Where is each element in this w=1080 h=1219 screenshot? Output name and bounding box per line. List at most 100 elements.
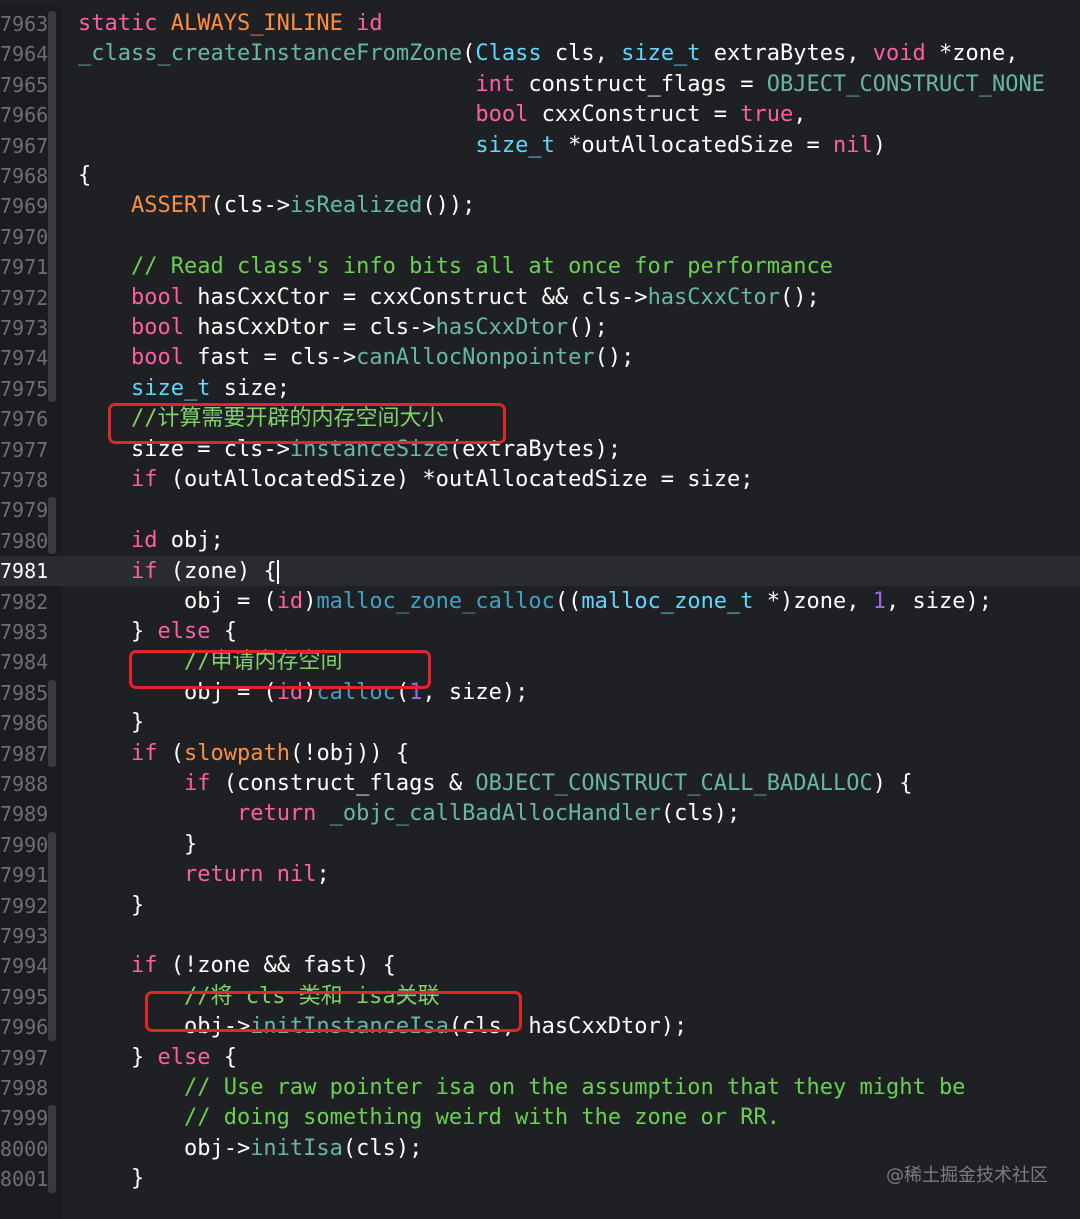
change-marker[interactable] [48, 831, 56, 1041]
code-line[interactable]: 7987 if (slowpath(!obj)) { [0, 739, 1080, 769]
code-token: (); [568, 315, 608, 340]
code-token: void [872, 41, 926, 67]
code-line[interactable]: 7979 [0, 495, 1080, 525]
code-line[interactable]: 7968 { [0, 161, 1080, 191]
code-line[interactable]: 7963 static ALWAYS_INLINE id [0, 9, 1080, 39]
code-token: initIsa [250, 1135, 343, 1161]
code-token: OBJECT_CONSTRUCT_NONE [766, 71, 1045, 97]
line-number: 7970 [0, 224, 49, 249]
code-line[interactable]: 7978 if (outAllocatedSize) *outAllocated… [0, 465, 1080, 495]
code-line[interactable]: 7972 bool hasCxxCtor = cxxConstruct && c… [0, 283, 1080, 313]
line-number: 7972 [0, 285, 49, 310]
code-line[interactable]: 7971 // Read class's info bits all at on… [0, 252, 1080, 282]
code-token: obj = ( [78, 588, 277, 614]
code-token: ASSERT [130, 193, 211, 219]
change-marker[interactable] [48, 1105, 56, 1193]
line-number: 7986 [0, 711, 49, 736]
code-text[interactable]: bool hasCxxCtor = cxxConstruct && cls->h… [78, 286, 820, 309]
code-token: Class [475, 41, 542, 67]
code-text[interactable]: int construct_flags = OBJECT_CONSTRUCT_N… [78, 71, 1045, 97]
code-text[interactable]: size_t *outAllocatedSize = nil) [78, 132, 886, 158]
code-text[interactable]: bool hasCxxDtor = cls->hasCxxDtor(); [78, 317, 608, 339]
code-text[interactable]: if (zone) { [78, 560, 279, 585]
code-line[interactable]: 7990 } [0, 830, 1080, 860]
code-token: slowpath [183, 740, 290, 766]
code-line[interactable]: 7966 bool cxxConstruct = true, [0, 100, 1080, 130]
code-line[interactable]: 7992 } [0, 891, 1080, 921]
code-line[interactable]: 7980 id obj; [0, 526, 1080, 556]
code-text[interactable]: size_t size; [78, 376, 290, 401]
code-token: _class_createInstanceFromZone [78, 41, 463, 67]
line-number: 7979 [0, 498, 49, 523]
code-line[interactable]: 7994 if (!zone && fast) { [0, 951, 1080, 981]
code-text[interactable]: _class_createInstanceFromZone(Class cls,… [78, 43, 1018, 65]
code-line[interactable]: 7975 size_t size; [0, 374, 1080, 404]
code-line[interactable]: 7981 if (zone) { [0, 556, 1080, 587]
code-text[interactable]: if (slowpath(!obj)) { [78, 740, 409, 766]
code-text[interactable]: if (construct_flags & OBJECT_CONSTRUCT_C… [78, 771, 913, 796]
code-text[interactable]: ASSERT(cls->isRealized()); [78, 195, 475, 217]
code-line[interactable]: 7998 // Use raw pointer isa on the assum… [0, 1073, 1080, 1103]
code-text[interactable]: bool cxxConstruct = true, [78, 104, 806, 126]
code-token: isRealized [289, 193, 423, 219]
code-text[interactable]: static ALWAYS_INLINE id [78, 13, 383, 35]
code-line[interactable]: 7991 return nil; [0, 860, 1080, 890]
code-text[interactable]: // doing something weird with the zone o… [78, 1107, 780, 1129]
code-token: canAllocNonpointer [356, 345, 595, 371]
code-line[interactable]: 7989 return _objc_callBadAllocHandler(cl… [0, 799, 1080, 829]
line-number: 7999 [0, 1106, 49, 1131]
code-line[interactable]: 7969 ASSERT(cls->isRealized()); [0, 191, 1080, 221]
line-number: 7980 [0, 528, 49, 553]
code-token: (( [554, 588, 582, 614]
code-token: } [78, 1166, 145, 1192]
code-text[interactable]: } [78, 1168, 144, 1190]
code-token: , size); [886, 588, 992, 614]
code-line[interactable]: 7967 size_t *outAllocatedSize = nil) [0, 131, 1080, 161]
code-text[interactable]: } [78, 833, 197, 856]
code-line[interactable]: 7988 if (construct_flags & OBJECT_CONSTR… [0, 769, 1080, 799]
code-line[interactable]: 7997 } else { [0, 1043, 1080, 1073]
code-line[interactable]: 7993 [0, 921, 1080, 951]
code-line[interactable]: 7973 bool hasCxxDtor = cls->hasCxxDtor()… [0, 313, 1080, 343]
code-text[interactable]: } else { [78, 621, 237, 643]
code-text[interactable]: // Read class's info bits all at once fo… [78, 256, 833, 278]
code-text[interactable]: obj->initIsa(cls); [78, 1135, 422, 1161]
code-line[interactable]: 7974 bool fast = cls->canAllocNonpointer… [0, 343, 1080, 373]
code-line[interactable]: 7999 // doing something weird with the z… [0, 1103, 1080, 1133]
code-token: if [183, 771, 211, 796]
code-text[interactable]: if (outAllocatedSize) *outAllocatedSize … [78, 469, 754, 491]
code-line[interactable]: 7983 } else { [0, 617, 1080, 647]
code-editor[interactable]: 7963 static ALWAYS_INLINE id 7964 _class_cr… [0, 0, 1080, 1219]
line-number: 7991 [0, 863, 49, 888]
change-marker[interactable] [48, 497, 56, 555]
code-line[interactable]: 7965 int construct_flags = OBJECT_CONSTR… [0, 70, 1080, 100]
code-token: } [78, 710, 145, 736]
code-text[interactable]: } else { [78, 1046, 237, 1069]
code-text[interactable]: } [78, 894, 144, 917]
code-line[interactable]: 7982 obj = (id)malloc_zone_calloc((mallo… [0, 587, 1080, 617]
code-line[interactable]: 7964 _class_createInstanceFromZone(Class … [0, 39, 1080, 69]
code-text[interactable]: return _objc_callBadAllocHandler(cls); [78, 803, 740, 825]
code-text[interactable]: if (!zone && fast) { [78, 955, 396, 977]
code-text[interactable]: return nil; [78, 864, 330, 886]
code-token: malloc_zone_calloc [316, 588, 555, 614]
code-text[interactable]: { [78, 165, 91, 187]
line-number: 7988 [0, 772, 49, 796]
code-line[interactable]: 7970 [0, 222, 1080, 252]
code-text[interactable]: id obj; [78, 527, 224, 553]
code-text[interactable]: bool fast = cls->canAllocNonpointer(); [78, 347, 634, 369]
line-number: 8001 [0, 1167, 49, 1192]
code-token: id [130, 527, 158, 553]
code-text[interactable]: // Use raw pointer isa on the assumption… [78, 1077, 965, 1099]
code-text[interactable]: obj = (id)malloc_zone_calloc((malloc_zon… [78, 588, 992, 614]
code-token: nil [833, 132, 873, 158]
change-marker[interactable] [48, 679, 56, 767]
code-line[interactable]: 8000 obj->initIsa(cls); [0, 1134, 1080, 1164]
code-line[interactable]: 7986 } [0, 708, 1080, 738]
code-text[interactable]: } [78, 712, 144, 734]
change-marker[interactable] [48, 11, 56, 403]
